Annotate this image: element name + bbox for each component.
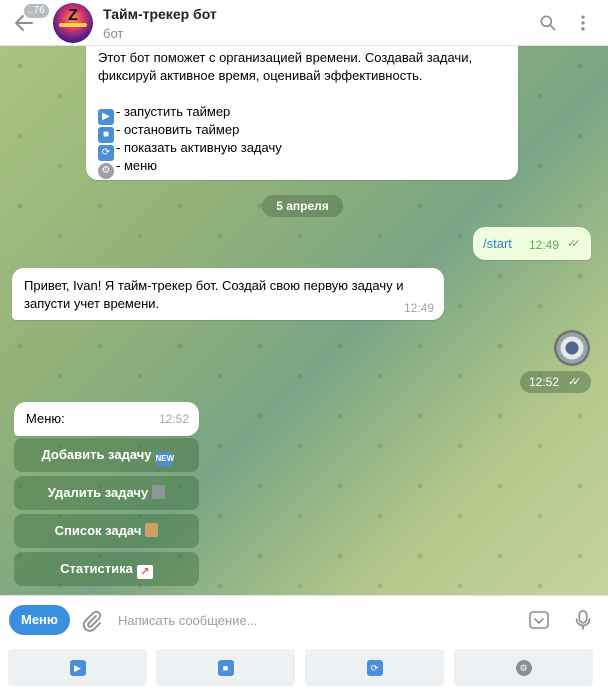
inline-button-delete-task[interactable]: Удалить задачу (14, 476, 199, 510)
gear-icon: ⚙ (515, 660, 532, 676)
cmd-start-label: - запустить таймер (116, 104, 231, 119)
message-time: 12:49 (529, 238, 560, 252)
date-separator: 5 апреля (262, 195, 343, 217)
reply-keyboard: ▶ ■ ⟳ ⚙ (0, 643, 608, 692)
menu-text: Меню: (26, 411, 65, 426)
sticker-time-badge: 12:52 ✓✓ (520, 371, 591, 393)
menu-message[interactable]: Меню: 12:52 (14, 402, 199, 436)
more-vertical-icon[interactable] (573, 13, 593, 33)
reply-button-stop[interactable]: ■ (156, 649, 295, 686)
microphone-icon[interactable] (572, 608, 594, 632)
outgoing-message[interactable]: /start 12:49 ✓✓ (473, 227, 591, 260)
repeat-icon: ⟳ (366, 660, 383, 676)
stop-icon: ■ (217, 660, 234, 676)
read-checks-icon: ✓✓ (567, 238, 581, 250)
read-checks-icon: ✓✓ (568, 376, 582, 388)
greeting-text: Привет, Ivan! Я тайм-трекер бот. Создай … (24, 278, 404, 311)
keyboard-toggle-icon[interactable] (527, 608, 551, 632)
trash-can-icon (152, 485, 166, 499)
gear-icon: ⚙ (98, 163, 114, 179)
intro-message[interactable]: Этот бот поможет с организацией времени.… (86, 46, 518, 180)
chat-header: ..76 Z Тайм-трекер бот бот (0, 0, 608, 46)
clipboard-icon (145, 523, 159, 537)
intro-line-1: Этот бот поможет с организацией времени.… (98, 50, 473, 65)
reply-button-play[interactable]: ▶ (8, 649, 147, 686)
intro-line-2: фиксируй активное время, оценивай эффект… (98, 68, 423, 83)
bot-menu-button[interactable]: Меню (9, 605, 70, 635)
bot-avatar[interactable]: Z (53, 3, 93, 43)
greeting-message[interactable]: Привет, Ivan! Я тайм-трекер бот. Создай … (12, 268, 444, 320)
message-input[interactable] (118, 610, 508, 630)
attach-paperclip-icon[interactable] (80, 609, 104, 633)
message-time: 12:49 (404, 301, 435, 315)
inline-button-add-task[interactable]: Добавить задачу NEW (14, 438, 199, 472)
outgoing-command[interactable]: /start (483, 236, 512, 251)
inline-button-statistics[interactable]: Статистика ↗ (14, 552, 199, 586)
chat-area[interactable]: Этот бот поможет с организацией времени.… (0, 46, 608, 595)
cmd-stop-label: - остановить таймер (116, 122, 240, 137)
cmd-active-label: - показать активную задачу (116, 140, 282, 155)
chart-icon: ↗ (136, 565, 153, 579)
message-time: 12:52 (159, 412, 190, 426)
gear-sticker[interactable] (554, 330, 590, 366)
message-time: 12:52 (529, 375, 560, 389)
reply-button-gear[interactable]: ⚙ (454, 649, 593, 686)
inline-button-task-list[interactable]: Список задач (14, 514, 199, 548)
chat-title[interactable]: Тайм-трекер бот (103, 6, 217, 22)
cmd-menu-label: - меню (116, 158, 158, 173)
new-badge-icon: NEW (155, 452, 174, 466)
chat-subtitle: бот (103, 26, 124, 41)
play-icon: ▶ (69, 660, 86, 676)
reply-button-repeat[interactable]: ⟳ (305, 649, 444, 686)
unread-badge: ..76 (24, 4, 49, 18)
composer: Меню (0, 595, 608, 643)
search-icon[interactable] (538, 13, 558, 33)
